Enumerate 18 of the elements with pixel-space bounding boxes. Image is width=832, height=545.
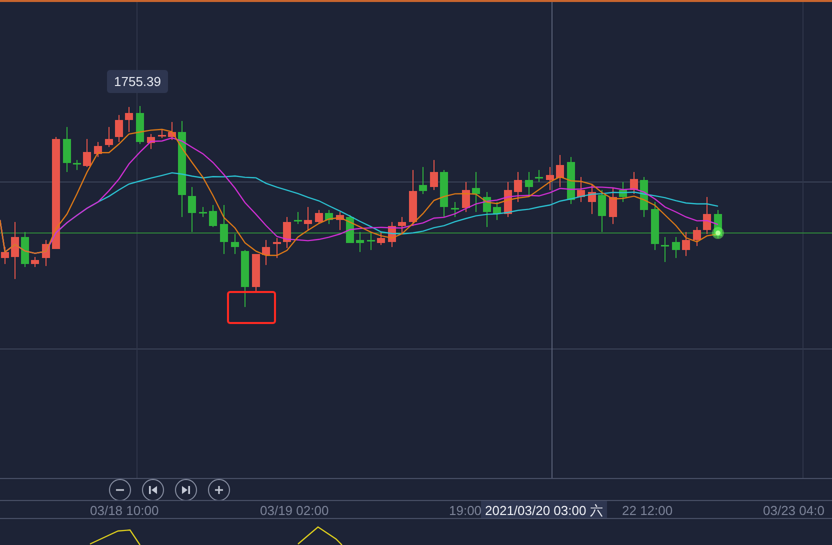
zoom-in-button[interactable] — [208, 478, 230, 500]
skip-back-icon — [148, 484, 158, 494]
axis-label: 19:00 — [449, 503, 482, 518]
axis-label: 03/18 10:00 — [90, 503, 159, 518]
axis-label: 22 12:00 — [622, 503, 673, 518]
skip-forward-button[interactable] — [175, 478, 197, 500]
plus-icon — [214, 484, 224, 494]
price-tooltip: 1755.39 — [107, 70, 168, 93]
crosshair-time-label: 2021/03/20 03:00 六 — [481, 501, 607, 518]
skip-back-button[interactable] — [142, 478, 164, 500]
axis-label: 03/19 02:00 — [260, 503, 329, 518]
axis-label: 03/23 04:0 — [763, 503, 824, 518]
skip-forward-icon — [181, 484, 191, 494]
highlight-frame — [227, 291, 276, 324]
zoom-out-button[interactable] — [109, 478, 131, 500]
indicator-line — [298, 526, 342, 545]
price-marker — [712, 227, 724, 239]
indicator-line — [90, 529, 140, 545]
